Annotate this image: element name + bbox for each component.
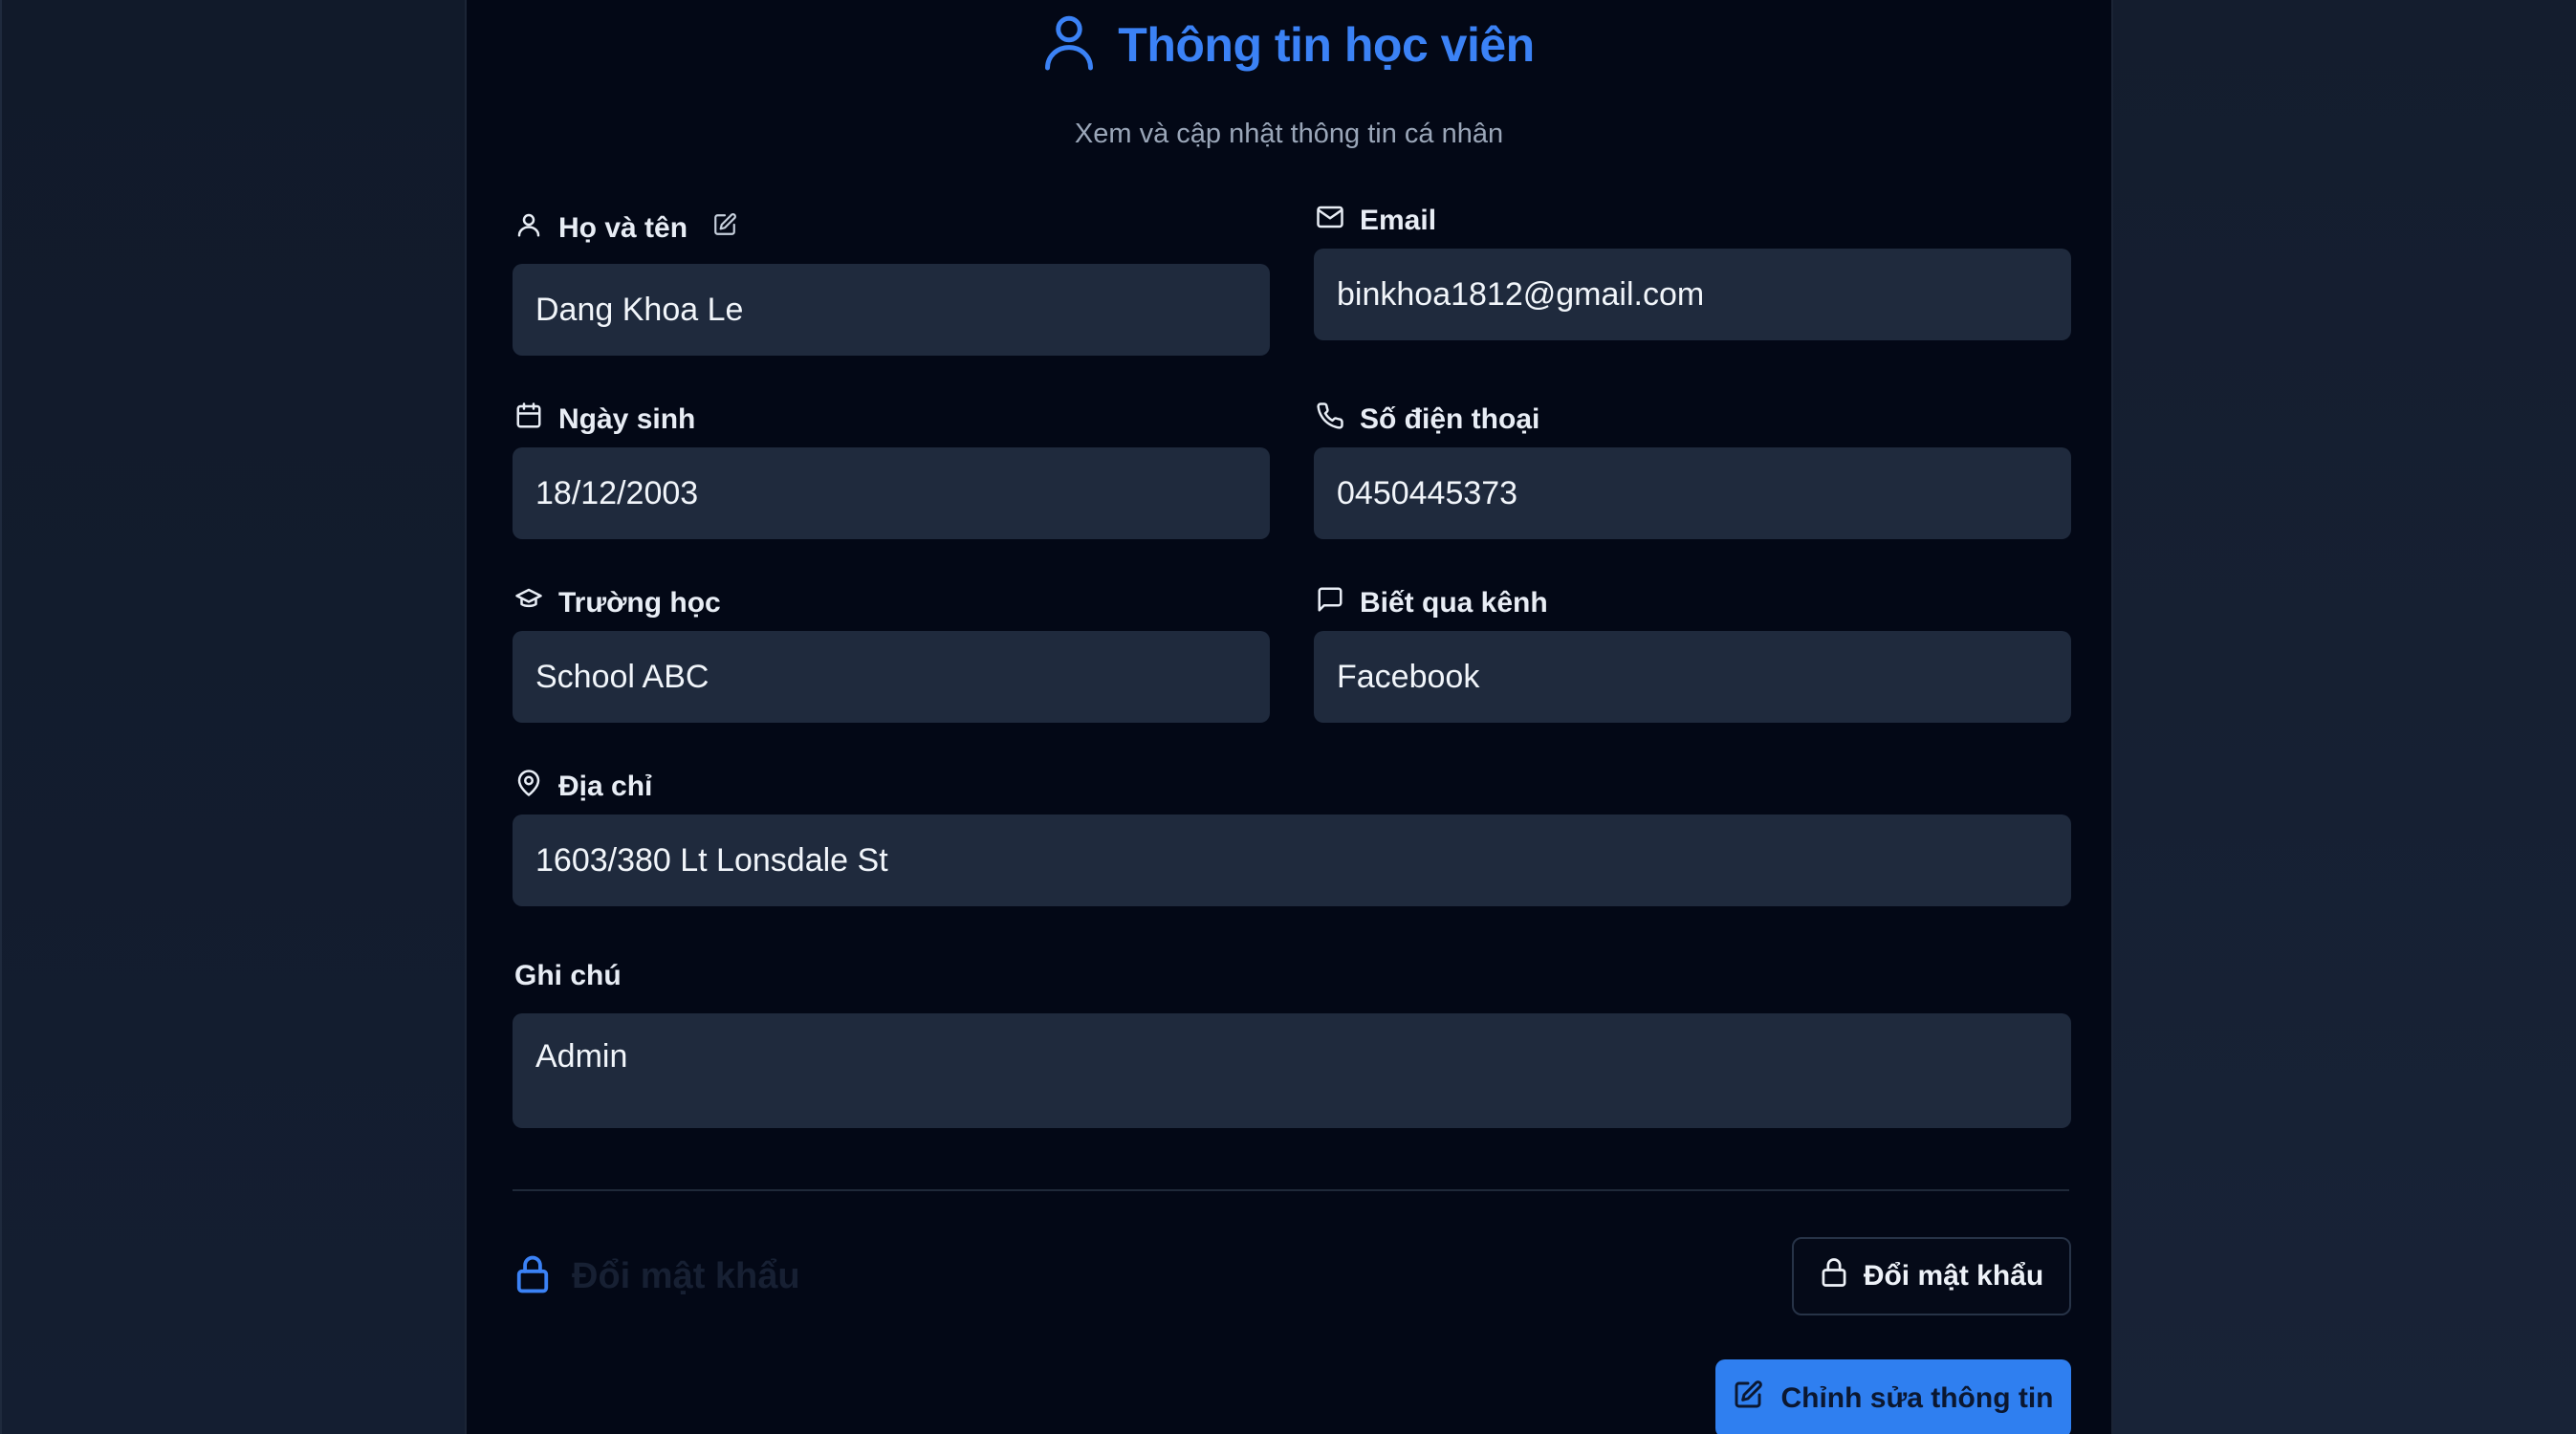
- email-label-text: Email: [1360, 205, 1437, 236]
- email-input[interactable]: binkhoa1812@gmail.com: [1314, 249, 2071, 340]
- change-password-button[interactable]: Đổi mật khẩu: [1792, 1237, 2071, 1315]
- source-label: Biết qua kênh: [1316, 585, 1548, 621]
- note-textarea[interactable]: Admin: [513, 1013, 2071, 1128]
- school-label-text: Trường học: [558, 587, 721, 619]
- edit-icon: [1733, 1380, 1763, 1418]
- edit-profile-button-label: Chỉnh sửa thông tin: [1780, 1382, 2054, 1414]
- birthday-input[interactable]: 18/12/2003: [513, 447, 1270, 539]
- user-icon: [1043, 13, 1095, 76]
- lock-icon: [1820, 1257, 1848, 1295]
- calendar-icon: [514, 402, 543, 438]
- password-section-title: Đổi mật khẩu: [572, 1256, 800, 1296]
- page-header: Thông tin học viên: [467, 13, 2111, 76]
- section-divider: [513, 1189, 2069, 1191]
- birthday-label: Ngày sinh: [514, 402, 695, 438]
- map-pin-icon: [514, 769, 543, 805]
- mail-icon: [1316, 203, 1344, 239]
- graduation-cap-icon: [514, 585, 543, 621]
- address-label-text: Địa chỉ: [558, 771, 653, 802]
- note-label: Ghi chú: [514, 960, 622, 992]
- background-right: [2113, 0, 2576, 1434]
- address-input[interactable]: 1603/380 Lt Lonsdale St: [513, 815, 2071, 906]
- full-name-label-text: Họ và tên: [558, 212, 688, 244]
- edit-name-icon[interactable]: [703, 212, 737, 245]
- school-label: Trường học: [514, 585, 721, 621]
- background-left: [0, 0, 465, 1434]
- phone-label: Số điện thoại: [1316, 402, 1539, 438]
- email-label: Email: [1316, 203, 1436, 239]
- full-name-label: Họ và tên: [514, 210, 737, 247]
- page-title: Thông tin học viên: [1118, 17, 1535, 72]
- address-label: Địa chỉ: [514, 769, 652, 805]
- full-name-input[interactable]: Dang Khoa Le: [513, 264, 1270, 356]
- birthday-label-text: Ngày sinh: [558, 403, 696, 435]
- source-input[interactable]: Facebook: [1314, 631, 2071, 723]
- change-password-button-label: Đổi mật khẩu: [1863, 1260, 2044, 1292]
- user-icon: [514, 210, 543, 247]
- profile-card: Thông tin học viên Xem và cập nhật thông…: [465, 0, 2113, 1434]
- phone-icon: [1316, 402, 1344, 438]
- page-subtitle: Xem và cập nhật thông tin cá nhân: [1074, 119, 1504, 149]
- phone-label-text: Số điện thoại: [1360, 403, 1540, 435]
- school-input[interactable]: School ABC: [513, 631, 1270, 723]
- lock-icon: [514, 1254, 551, 1299]
- edit-profile-button[interactable]: Chỉnh sửa thông tin: [1715, 1359, 2071, 1434]
- message-square-icon: [1316, 585, 1344, 621]
- source-label-text: Biết qua kênh: [1360, 587, 1548, 619]
- phone-input[interactable]: 0450445373: [1314, 447, 2071, 539]
- note-label-text: Ghi chú: [514, 960, 622, 991]
- password-section-heading: Đổi mật khẩu: [514, 1254, 800, 1299]
